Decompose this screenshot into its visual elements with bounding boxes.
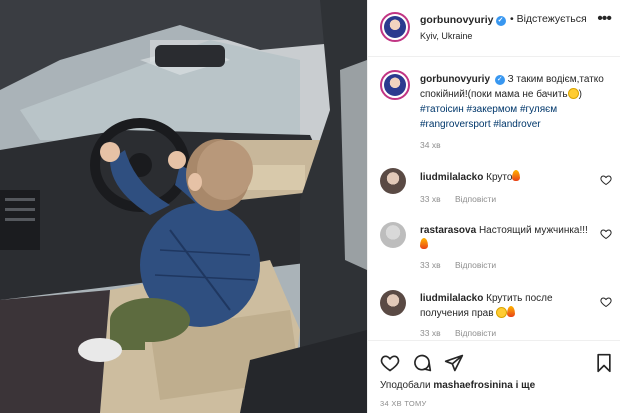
caption-text: gorbunovyuriy ✓ З таким водієм,татко спо… [420,72,616,132]
comment-like-heart-icon[interactable] [600,174,612,186]
hashtag-link[interactable]: #rangroversport [420,119,491,130]
comment-username[interactable]: rastarasova [420,225,476,236]
laughing-emoji-icon [496,307,508,318]
author-username[interactable]: gorbunovyuriy ✓ [420,14,506,26]
caption-username[interactable]: gorbunovyuriy [420,74,490,85]
commenter-avatar[interactable] [380,222,406,248]
comment-meta: 33 хв Відповісти [420,260,508,270]
verified-icon: ✓ [494,75,505,85]
caption-body-end: ) [578,89,582,100]
comment-username[interactable]: liudmilalacko [420,293,483,304]
hashtag-link[interactable]: #гуляєм [520,104,557,115]
caption-timestamp: 34 хв [420,140,441,150]
comment-icon[interactable] [412,353,432,373]
comment-time: 33 хв [420,328,441,338]
fire-emoji-icon [507,306,516,317]
post-photo[interactable] [0,0,367,413]
comment-body: Круто [486,172,513,183]
author-username-text[interactable]: gorbunovyuriy [420,14,494,26]
caption-avatar[interactable] [380,70,410,100]
bookmark-icon[interactable] [594,353,614,373]
post-side-panel: gorbunovyuriy ✓ • Відстежується Kyiv, Ukr… [367,0,620,413]
hashtag-link[interactable]: #landrover [493,119,540,130]
comment-meta: 33 хв Відповісти [420,194,508,204]
comment-item: rastarasova Настоящий мужчинка!!! 33 хв … [380,222,616,280]
commenter-avatar[interactable] [380,168,406,194]
liker-username[interactable]: mashaefrosinina [433,380,512,391]
reply-button[interactable]: Відповісти [455,260,496,270]
more-options-icon[interactable]: ••• [597,10,612,28]
share-icon[interactable] [444,353,464,373]
photo-illustration [0,0,367,413]
comment-meta: 33 хв Відповісти [420,328,508,338]
reply-button[interactable]: Відповісти [455,328,496,338]
commenter-avatar[interactable] [380,290,406,316]
fire-emoji-icon [512,170,521,181]
comment-like-heart-icon[interactable] [600,228,612,240]
post-header: gorbunovyuriy ✓ • Відстежується Kyiv, Ukr… [368,0,620,57]
verified-icon: ✓ [495,16,506,26]
comment-username[interactable]: liudmilalacko [420,172,483,183]
grinning-emoji-icon [567,88,579,99]
comment-item: liudmilalacko Круто 33 хв Відповісти [380,168,616,226]
hashtag-link[interactable]: #закермом [467,104,518,115]
likes-more[interactable]: і ще [516,380,536,391]
comment-time: 33 хв [420,260,441,270]
post-actions: Уподобали mashaefrosinina і ще 34 ХВ ТОМ… [368,340,620,413]
heart-icon[interactable] [380,353,400,373]
reply-button[interactable]: Відповісти [455,194,496,204]
comment-text: rastarasova Настоящий мужчинка!!! [420,224,595,253]
fire-emoji-icon [420,238,428,249]
comment-time: 33 хв [420,194,441,204]
likes-prefix: Уподобали [380,380,431,391]
likes-summary: Уподобали mashaefrosinina і ще [380,380,535,391]
comment-text: liudmilalacko Крутить после получения пр… [420,292,595,321]
author-avatar[interactable] [380,12,410,42]
comment-body: Настоящий мужчинка!!! [478,225,588,236]
following-status[interactable]: • Відстежується [510,13,587,25]
post-timestamp: 34 ХВ ТОМУ [380,399,427,408]
post-location[interactable]: Kyiv, Ukraine [420,31,472,41]
comment-like-heart-icon[interactable] [600,296,612,308]
hashtag-link[interactable]: #татоісин [420,104,464,115]
comment-text: liudmilalacko Круто [420,170,595,185]
